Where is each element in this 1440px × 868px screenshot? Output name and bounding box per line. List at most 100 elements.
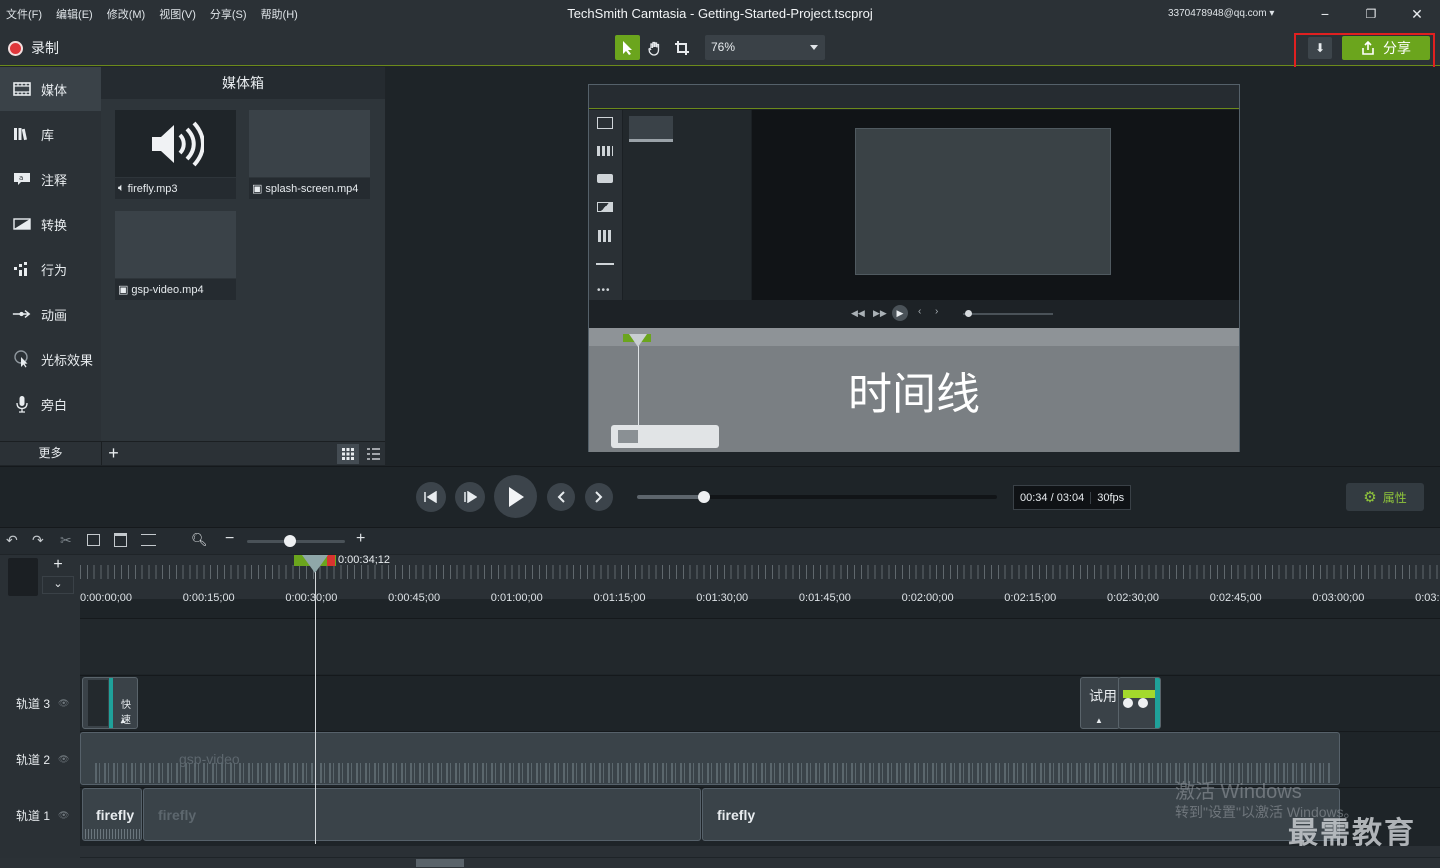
- more-dots-icon: •••: [597, 285, 611, 296]
- clip-animation[interactable]: [1118, 677, 1161, 729]
- zoom-out-icon[interactable]: −: [225, 530, 234, 548]
- canvas-scrubber-knob: [965, 310, 972, 317]
- visibility-lock-icon[interactable]: 👁︎: [58, 754, 69, 765]
- sidebar-item-behaviors[interactable]: 行为: [0, 247, 101, 291]
- chevron-up-icon: ▲: [1095, 716, 1103, 725]
- collapse-tracks-button[interactable]: ⌄: [42, 576, 74, 594]
- sidebar-item-media[interactable]: 媒体: [0, 67, 101, 111]
- account-menu[interactable]: 3370478948@qq.com ▾: [1168, 8, 1274, 19]
- track-header-3[interactable]: 轨道 3 👁︎: [0, 675, 80, 731]
- zoom-select[interactable]: 76%: [705, 35, 825, 60]
- restore-button[interactable]: ❐: [1361, 5, 1381, 23]
- sidebar-item-label: 注释: [41, 172, 68, 188]
- media-item[interactable]: ▣ splash-screen.mp4: [249, 110, 370, 202]
- redo-icon[interactable]: ↷: [32, 532, 44, 549]
- grid-view-button[interactable]: [337, 444, 359, 464]
- media-item-label: 🔈︎ firefly.mp3: [115, 178, 236, 199]
- track-row-3: [80, 675, 1440, 731]
- playhead-range-end[interactable]: [327, 555, 335, 566]
- brand-watermark: 最需教育: [1288, 817, 1416, 850]
- add-track-button[interactable]: +: [42, 556, 74, 576]
- media-item[interactable]: ▣ gsp-video.mp4: [115, 211, 236, 303]
- behavior-icon: [12, 260, 31, 279]
- step-forward-button[interactable]: [455, 482, 485, 512]
- export-dropdown-button[interactable]: ⬇: [1308, 37, 1332, 59]
- chevron-down-icon: [810, 45, 818, 50]
- media-item-label: ▣ gsp-video.mp4: [115, 279, 236, 300]
- scrollbar-thumb[interactable]: [416, 859, 464, 867]
- crop-icon: [674, 40, 689, 55]
- sidebar-item-library[interactable]: 库: [0, 112, 101, 156]
- timeline-scrollbar[interactable]: [80, 846, 1440, 857]
- media-thumbnail: [115, 211, 236, 278]
- pan-tool-button[interactable]: [642, 35, 667, 60]
- sidebar-item-transitions[interactable]: 转换: [0, 202, 101, 246]
- split-icon[interactable]: [141, 534, 156, 546]
- previous-button[interactable]: [416, 482, 446, 512]
- clip-firefly[interactable]: firefly: [82, 788, 142, 841]
- sidebar-footer: 更多 +: [0, 441, 385, 465]
- media-item[interactable]: 🔈︎ firefly.mp3: [115, 110, 236, 202]
- track-header-1[interactable]: 轨道 1 👁︎: [0, 787, 80, 843]
- paste-icon[interactable]: [114, 533, 127, 547]
- copy-icon[interactable]: [87, 534, 100, 546]
- sidebar-item-label: 动画: [41, 307, 68, 323]
- canvas-scrubber-track: [963, 313, 1053, 315]
- rewind-icon: ◀◀: [851, 308, 865, 318]
- sidebar-item-cursor-effects[interactable]: 光标效果: [0, 337, 101, 381]
- previous-marker-button[interactable]: [547, 483, 575, 511]
- chevron-left-icon: [557, 491, 565, 503]
- canvas-timeline-overlay: 时间线: [589, 328, 1239, 452]
- ruler-tick-label: 0:02:45;00: [1209, 592, 1262, 604]
- add-icon[interactable]: +: [101, 442, 125, 465]
- undo-icon[interactable]: ↶: [6, 532, 18, 549]
- crop-tool-button[interactable]: [669, 35, 694, 60]
- next-marker-button[interactable]: [585, 483, 613, 511]
- scrub-track[interactable]: [637, 495, 997, 499]
- main-toolbar: 录制 76%: [0, 28, 1440, 66]
- horizontal-scrollbar[interactable]: [0, 858, 1440, 868]
- canvas[interactable]: ••• ◀◀ ▶▶ ▶ ‹ › 时间线: [588, 84, 1240, 452]
- microphone-icon: [12, 395, 31, 414]
- close-button[interactable]: ✕: [1407, 5, 1427, 23]
- canvas-sidebar: •••: [589, 110, 622, 300]
- ruler-tick-label: 0:00:15;00: [182, 592, 235, 604]
- chevron-left-icon: ‹: [918, 306, 922, 317]
- visibility-lock-icon[interactable]: 👁︎: [58, 810, 69, 821]
- canvas-frame: [855, 128, 1111, 275]
- video-file-icon: ▣: [118, 284, 129, 296]
- sidebar-item-narration[interactable]: 旁白: [0, 382, 101, 426]
- ruler-tick-label: 0:01:45;00: [798, 592, 851, 604]
- zoom-slider-handle[interactable]: [284, 535, 296, 547]
- cut-icon[interactable]: ✂: [60, 532, 72, 549]
- share-button[interactable]: 分享: [1342, 36, 1430, 60]
- play-icon: [508, 486, 524, 507]
- clip-gsp-video[interactable]: gsp-video: [80, 732, 1340, 785]
- scrub-progress: [637, 495, 704, 499]
- sidebar-item-animations[interactable]: 动画: [0, 292, 101, 336]
- annotation-icon: [597, 174, 613, 183]
- clip-callout[interactable]: 快速 ▲: [82, 677, 138, 729]
- sidebar-item-label: 库: [41, 127, 55, 143]
- clip-edge: [1155, 678, 1160, 728]
- zoom-slider-track[interactable]: [247, 540, 345, 543]
- clip-firefly[interactable]: firefly: [143, 788, 701, 841]
- play-button[interactable]: [494, 475, 537, 518]
- select-tool-button[interactable]: [615, 35, 640, 60]
- track-height-slider[interactable]: [8, 558, 38, 596]
- sidebar-item-annotations[interactable]: a 注释: [0, 157, 101, 201]
- scrub-handle[interactable]: [697, 491, 710, 503]
- sidebar-item-label: 媒体: [41, 82, 68, 98]
- more-button[interactable]: 更多: [0, 442, 101, 465]
- properties-button[interactable]: ⚙ 属性: [1346, 483, 1424, 511]
- record-button[interactable]: 录制: [8, 38, 59, 58]
- list-view-button[interactable]: [362, 444, 384, 464]
- audio-waveform: [85, 829, 140, 839]
- minimize-button[interactable]: −: [1315, 5, 1335, 23]
- track-header-2[interactable]: 轨道 2 👁︎: [0, 731, 80, 787]
- visibility-lock-icon[interactable]: 👁︎: [58, 698, 69, 709]
- clip-callout[interactable]: 试用 ▲: [1080, 677, 1120, 729]
- playhead-marker[interactable]: [302, 555, 328, 573]
- zoom-in-icon[interactable]: +: [356, 530, 365, 548]
- audio-file-icon: 🔈︎: [118, 182, 125, 194]
